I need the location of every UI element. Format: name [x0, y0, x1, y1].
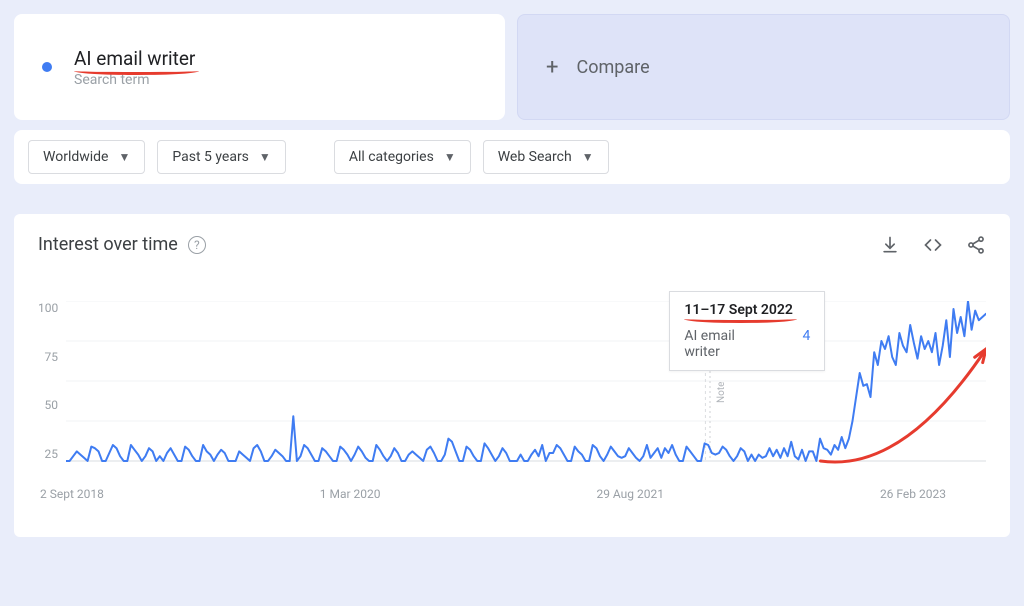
tooltip-date: 11–17 Sept 2022 [684, 302, 793, 318]
filter-category-label: All categories [349, 149, 434, 165]
download-icon[interactable] [880, 235, 900, 255]
chart-tooltip: 11–17 Sept 2022 AI email writer 4 [669, 291, 825, 371]
chevron-down-icon: ▼ [582, 150, 594, 164]
filter-geo[interactable]: Worldwide ▼ [28, 140, 145, 174]
x-tick: 1 Mar 2020 [320, 487, 381, 501]
plot-canvas[interactable]: 11–17 Sept 2022 AI email writer 4 Note [66, 301, 986, 481]
search-term-value: AI email writer [74, 47, 195, 70]
embed-icon[interactable] [922, 235, 944, 255]
search-term-title: AI email writer [74, 47, 195, 70]
help-icon[interactable]: ? [188, 236, 206, 254]
filters-bar: Worldwide ▼ Past 5 years ▼ All categorie… [14, 130, 1010, 184]
tooltip-value: 4 [803, 328, 811, 360]
search-term-card[interactable]: AI email writer Search term [14, 14, 505, 120]
compare-button[interactable]: + Compare [517, 14, 1010, 120]
y-tick: 50 [38, 398, 58, 412]
compare-label: Compare [576, 57, 649, 78]
filter-type[interactable]: Web Search ▼ [483, 140, 609, 174]
filter-time[interactable]: Past 5 years ▼ [157, 140, 285, 174]
chart-header: Interest over time ? [38, 234, 986, 255]
chart-title: Interest over time [38, 234, 178, 255]
y-tick: 100 [38, 301, 58, 315]
x-tick: 29 Aug 2021 [596, 487, 664, 501]
line-chart-svg [66, 301, 986, 481]
y-axis: 100 75 50 25 [38, 301, 66, 461]
x-axis: 2 Sept 2018 1 Mar 2020 29 Aug 2021 26 Fe… [66, 487, 986, 501]
plus-icon: + [546, 55, 558, 80]
filter-type-label: Web Search [498, 149, 572, 165]
annotation-underline [684, 319, 797, 323]
x-tick: 2 Sept 2018 [40, 487, 104, 501]
y-tick: 25 [38, 447, 58, 461]
tooltip-term: AI email writer [684, 328, 762, 360]
note-label: Note [716, 382, 727, 403]
x-tick: 26 Feb 2023 [880, 487, 946, 501]
chart-actions [880, 235, 986, 255]
series-color-dot [42, 62, 52, 72]
chevron-down-icon: ▼ [118, 150, 130, 164]
chevron-down-icon: ▼ [444, 150, 456, 164]
plot-area: 100 75 50 25 11–17 Sept 2022 AI email wr… [38, 301, 986, 481]
y-tick: 75 [38, 350, 58, 364]
filter-category[interactable]: All categories ▼ [334, 140, 471, 174]
search-term-text: AI email writer Search term [74, 47, 195, 88]
filter-geo-label: Worldwide [43, 149, 108, 165]
chart-card: Interest over time ? 100 75 50 25 [14, 214, 1010, 537]
chevron-down-icon: ▼ [259, 150, 271, 164]
share-icon[interactable] [966, 235, 986, 255]
filter-time-label: Past 5 years [172, 149, 249, 165]
